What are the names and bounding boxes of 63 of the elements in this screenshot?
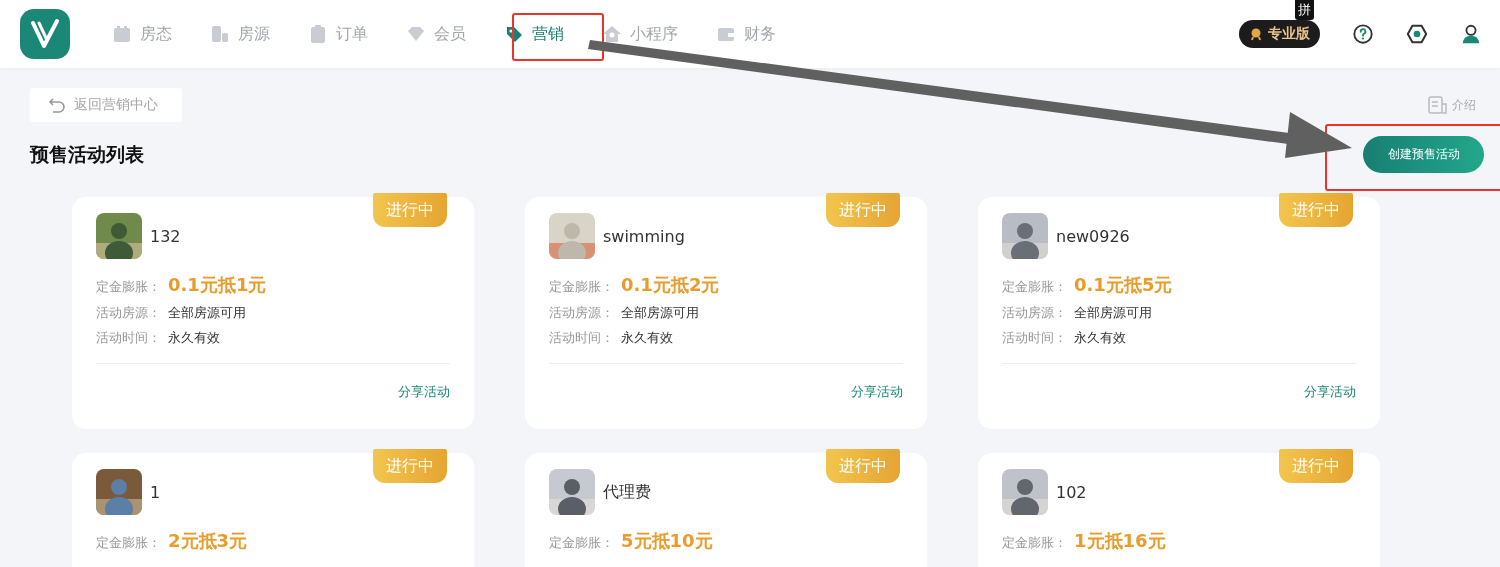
logo-icon	[20, 9, 70, 59]
field-label: 定金膨胀：	[549, 534, 615, 552]
field-value: 5元抵10元	[621, 529, 713, 553]
status-badge: 进行中	[826, 193, 900, 227]
tag-icon	[504, 24, 524, 44]
settings-icon[interactable]	[1406, 23, 1428, 45]
share-link[interactable]: 分享活动	[851, 384, 903, 399]
field-label: 定金膨胀：	[549, 278, 615, 296]
back-button[interactable]: 返回营销中心	[30, 88, 182, 122]
field-value: 全部房源可用	[621, 304, 699, 322]
field-value: 1元抵16元	[1074, 529, 1166, 553]
field-value: 0.1元抵2元	[621, 273, 720, 297]
field-value: 全部房源可用	[1074, 304, 1152, 322]
nav-tab[interactable]: 房态	[112, 23, 172, 45]
undo-icon	[48, 96, 66, 114]
activity-name: 代理费	[603, 481, 651, 503]
create-button[interactable]: 创建预售活动	[1363, 136, 1484, 173]
field-value: 永久有效	[1074, 329, 1126, 347]
page-title: 预售活动列表	[30, 141, 144, 167]
activity-name: 102	[1056, 482, 1087, 502]
share-link[interactable]: 分享活动	[1304, 384, 1356, 399]
field-label: 活动时间：	[96, 329, 162, 347]
field-value: 2元抵3元	[168, 529, 248, 553]
field-value: 永久有效	[621, 329, 673, 347]
field-label: 活动房源：	[96, 304, 162, 322]
intro-link[interactable]: 介绍	[1428, 95, 1476, 115]
field-value: 永久有效	[168, 329, 220, 347]
nav-tab[interactable]: 营销	[504, 23, 564, 45]
activity-name: new0926	[1056, 226, 1130, 246]
user-icon[interactable]	[1460, 23, 1482, 45]
nav-tab[interactable]: 房源	[210, 23, 270, 45]
field-value: 全部房源可用	[168, 304, 246, 322]
status-badge: 进行中	[373, 449, 447, 483]
document-icon	[1428, 95, 1448, 115]
status-badge: 进行中	[1279, 193, 1353, 227]
house-icon	[602, 24, 622, 44]
field-value: 0.1元抵5元	[1074, 273, 1173, 297]
field-label: 活动房源：	[549, 304, 615, 322]
activity-name: 1	[150, 482, 161, 502]
status-badge: 进行中	[1279, 449, 1353, 483]
share-link[interactable]: 分享活动	[398, 384, 450, 399]
activity-name: 132	[150, 226, 181, 246]
field-label: 定金膨胀：	[96, 278, 162, 296]
field-value: 0.1元抵1元	[168, 273, 267, 297]
calendar-icon	[112, 24, 132, 44]
field-label: 活动时间：	[1002, 329, 1068, 347]
activity-name: swimming	[603, 226, 685, 246]
field-label: 定金膨胀：	[1002, 278, 1068, 296]
help-icon[interactable]	[1352, 23, 1374, 45]
status-badge: 进行中	[373, 193, 447, 227]
field-label: 定金膨胀：	[1002, 534, 1068, 552]
field-label: 定金膨胀：	[96, 534, 162, 552]
status-badge: 进行中	[826, 449, 900, 483]
field-label: 活动房源：	[1002, 304, 1068, 322]
nav-tab[interactable]: 订单	[308, 23, 368, 45]
ime-tooltip: 拼	[1295, 0, 1314, 20]
clipboard-icon	[308, 24, 328, 44]
nav-tab[interactable]: 会员	[406, 23, 466, 45]
building-icon	[210, 24, 230, 44]
nav-tab[interactable]: 财务	[716, 23, 776, 45]
field-label: 活动时间：	[549, 329, 615, 347]
nav-tab[interactable]: 小程序	[602, 23, 678, 45]
plan-badge[interactable]: 专业版	[1239, 20, 1320, 48]
